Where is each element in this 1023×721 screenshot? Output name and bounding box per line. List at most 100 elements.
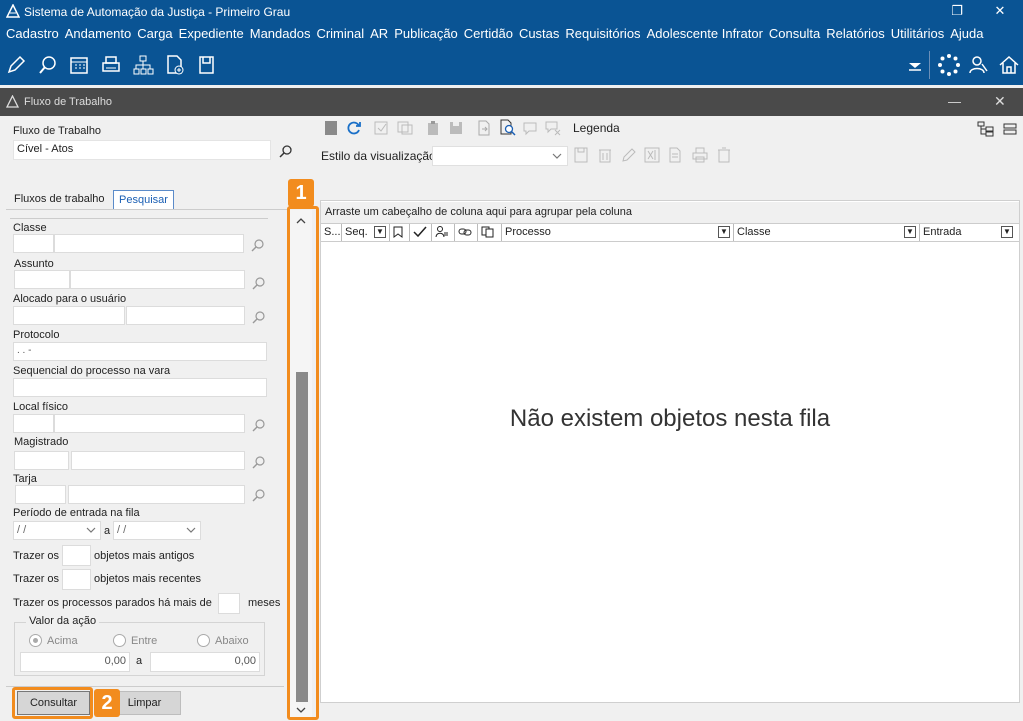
estilo-chevron-down-icon[interactable] [552,152,562,160]
menu-carga[interactable]: Carga [135,24,174,44]
col-link[interactable] [455,224,478,241]
menu-adolescente-infrator[interactable]: Adolescente Infrator [645,24,765,44]
magistrado-search-icon[interactable] [252,455,266,469]
restore-button[interactable]: ❐ [934,0,980,23]
loading-spinner-icon[interactable] [937,53,961,77]
menu-custas[interactable]: Custas [517,24,561,44]
export-excel-icon[interactable] [644,147,660,163]
menu-publicacao[interactable]: Publicação [392,24,460,44]
fluxo-search-icon[interactable] [279,144,293,158]
print-style-icon[interactable] [692,147,708,163]
col-processo-filter-icon[interactable]: ▼ [718,226,730,238]
save-style-icon[interactable] [574,147,588,163]
search-document-icon[interactable] [36,53,60,77]
valor-min-field[interactable]: 0,00 [20,652,130,672]
assunto-code-field[interactable] [14,270,70,289]
menu-criminal[interactable]: Criminal [314,24,366,44]
acima-radio[interactable] [29,634,42,647]
local-fisico-code-field[interactable] [13,414,54,433]
protocolo-field[interactable]: . . - [13,342,267,361]
users-icon[interactable] [967,53,991,77]
entre-radio[interactable] [113,634,126,647]
alocado-search-icon[interactable] [252,310,266,324]
magistrado-code-field[interactable] [14,451,69,470]
alocado-code-field[interactable] [13,306,125,325]
menu-ajuda[interactable]: Ajuda [948,24,985,44]
close-button[interactable]: ✕ [977,0,1023,23]
menu-ar[interactable]: AR [368,24,390,44]
org-chart-icon[interactable] [131,53,155,77]
recentes-count-field[interactable] [62,569,91,590]
copy-batch-icon[interactable] [397,121,413,135]
col-users[interactable] [432,224,455,241]
tree-view-icon[interactable] [977,121,995,137]
tarja-name-field[interactable] [68,485,245,504]
minimize-button[interactable]: — [948,94,961,109]
menu-requisitorios[interactable]: Requisitórios [563,24,642,44]
local-fisico-name-field[interactable] [54,414,245,433]
edit-style-icon[interactable] [621,147,637,163]
col-documents[interactable] [478,224,502,241]
edit-icon[interactable] [4,53,28,77]
sequencial-field[interactable] [13,378,267,397]
classe-name-field[interactable] [54,234,244,253]
printer-icon[interactable] [99,53,123,77]
document-tray-icon[interactable] [195,53,219,77]
tab-pesquisar[interactable]: Pesquisar [113,190,174,209]
clipboard-icon[interactable] [425,120,441,136]
add-document-icon[interactable] [163,53,187,77]
fluxo-field[interactable]: Cível - Atos [13,140,271,160]
periodo-end-chevron-down-icon[interactable] [186,526,196,534]
subwindow-close-button[interactable]: ✕ [994,93,1006,110]
refresh-icon[interactable] [346,120,362,136]
col-entrada-filter-icon[interactable]: ▼ [1001,226,1013,238]
delete-style-icon[interactable] [598,147,612,163]
home-icon[interactable] [997,53,1021,77]
col-status[interactable]: S... [321,224,342,241]
bookmark-icon[interactable] [325,121,337,135]
dropdown-arrow-icon[interactable] [903,53,927,77]
magistrado-name-field[interactable] [71,451,245,470]
move-document-icon[interactable] [476,119,492,137]
check-batch-icon[interactable] [374,121,390,135]
menu-utilitarios[interactable]: Utilitários [889,24,946,44]
assunto-search-icon[interactable] [252,276,266,290]
parados-months-field[interactable] [218,593,240,614]
menu-expediente[interactable]: Expediente [177,24,246,44]
menu-relatorios[interactable]: Relatórios [824,24,887,44]
document-style-icon[interactable] [668,147,682,163]
comment-icon[interactable] [522,120,538,136]
local-fisico-search-icon[interactable] [252,418,266,432]
valor-max-field[interactable]: 0,00 [150,652,260,672]
tab-fluxos-de-trabalho[interactable]: Fluxos de trabalho [9,190,110,209]
col-bookmark[interactable] [390,224,410,241]
col-seq-filter-icon[interactable]: ▼ [374,226,386,238]
alocado-name-field[interactable] [126,306,245,325]
comment-remove-icon[interactable] [545,120,561,136]
abaixo-radio[interactable] [197,634,210,647]
menu-andamento[interactable]: Andamento [63,24,134,44]
menu-mandados[interactable]: Mandados [248,24,313,44]
list-view-icon[interactable] [1003,123,1017,135]
estilo-select[interactable] [432,146,568,166]
col-classe-filter-icon[interactable]: ▼ [904,226,916,238]
menu-certidao[interactable]: Certidão [462,24,515,44]
classe-code-field[interactable] [13,234,54,253]
col-check[interactable] [410,224,432,241]
group-by-hint[interactable]: Arraste um cabeçalho de coluna aqui para… [321,202,1019,223]
periodo-start-chevron-down-icon[interactable] [86,526,96,534]
col-processo[interactable]: Processo [502,224,734,241]
col-classe[interactable]: Classe [734,224,920,241]
classe-search-icon[interactable] [251,238,265,252]
assunto-name-field[interactable] [70,270,245,289]
save-batch-icon[interactable] [448,120,464,136]
menu-consulta[interactable]: Consulta [767,24,822,44]
menu-cadastro[interactable]: Cadastro [4,24,61,44]
antigos-count-field[interactable] [62,545,91,566]
legenda-label[interactable]: Legenda [573,121,620,135]
tarja-search-icon[interactable] [252,488,266,502]
calendar-icon[interactable] [67,53,91,77]
search-document-icon[interactable] [498,118,516,136]
tarja-code-field[interactable] [15,485,66,504]
trash-style-icon[interactable] [717,147,731,163]
